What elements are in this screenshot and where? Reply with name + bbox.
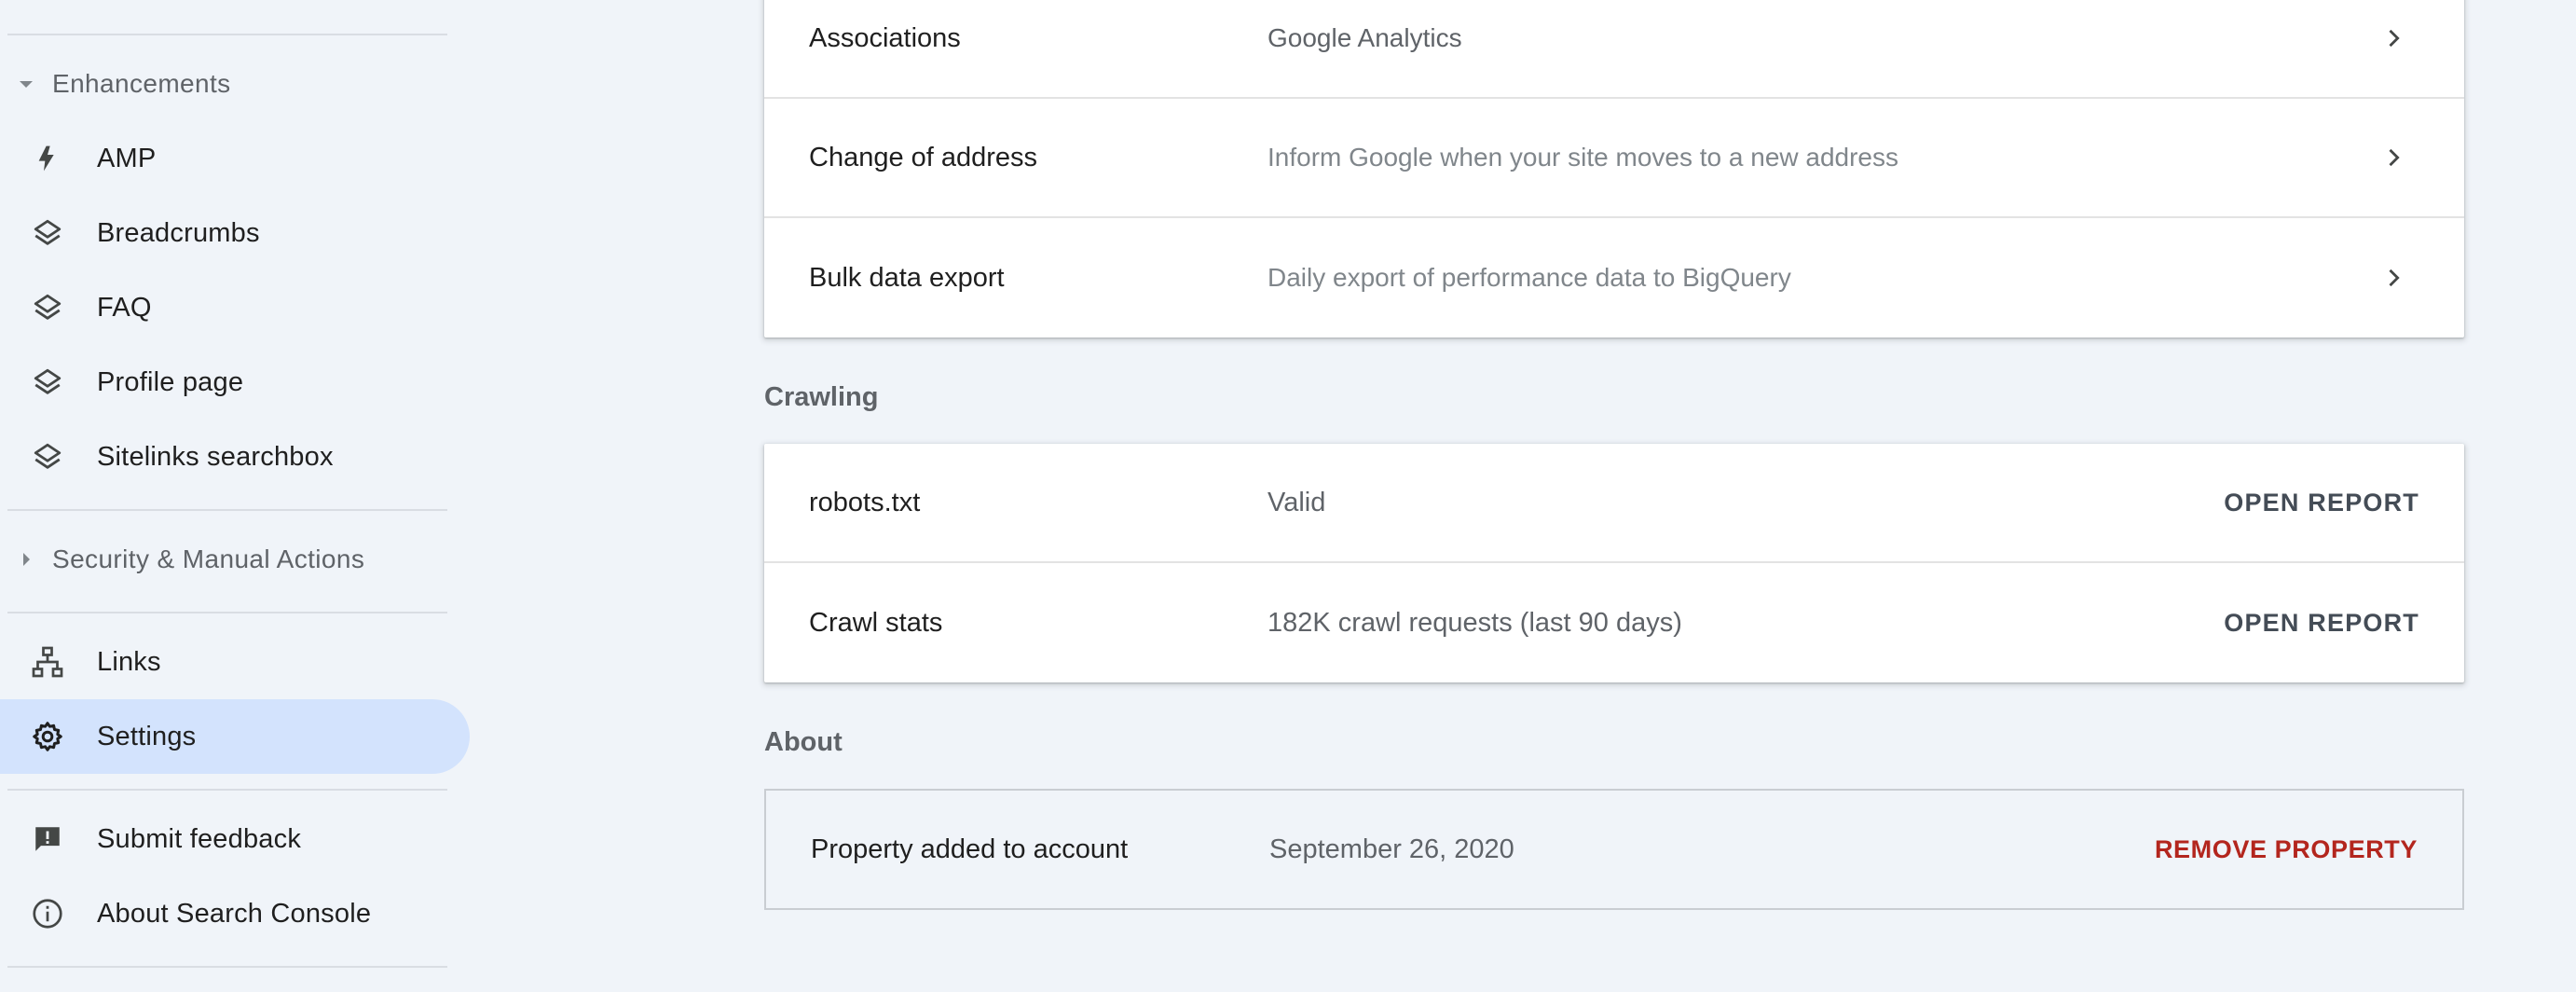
sidebar-divider [7, 966, 447, 968]
layers-icon [30, 365, 65, 400]
chevron-right-icon [2378, 23, 2408, 53]
sidebar-item-label: Submit feedback [97, 823, 302, 854]
row-title: Crawl stats [809, 607, 943, 638]
sidebar-item-label: FAQ [97, 292, 152, 323]
sidebar-item-amp[interactable]: AMP [0, 121, 470, 196]
property-added-date: September 26, 2020 [1269, 834, 1514, 864]
layers-icon [30, 215, 65, 251]
general-settings-card: Associations Google Analytics Change of … [764, 0, 2464, 338]
crawling-card: robots.txt Valid OPEN REPORT Crawl stats… [764, 444, 2464, 682]
open-report-button[interactable]: OPEN REPORT [2224, 489, 2419, 517]
sidebar-item-label: Profile page [97, 366, 244, 397]
crawling-section-label: Crawling [764, 382, 879, 412]
sidebar: Enhancements AMP Breadcrumbs FAQ Profile [0, 0, 475, 992]
sidebar-item-about-search-console[interactable]: About Search Console [0, 876, 470, 951]
sidebar-divider [7, 789, 447, 791]
crawling-row-crawl-stats: Crawl stats 182K crawl requests (last 90… [764, 563, 2464, 682]
row-title: Bulk data export [809, 262, 1005, 293]
open-report-button[interactable]: OPEN REPORT [2224, 609, 2419, 638]
remove-property-button[interactable]: REMOVE PROPERTY [2155, 835, 2418, 864]
row-title: robots.txt [809, 487, 921, 517]
sidebar-item-faq[interactable]: FAQ [0, 270, 470, 345]
sidebar-divider [7, 34, 447, 35]
bolt-icon [30, 141, 65, 176]
sidebar-item-submit-feedback[interactable]: Submit feedback [0, 802, 470, 876]
sidebar-item-label: Breadcrumbs [97, 217, 260, 248]
chevron-right-icon [2378, 263, 2408, 293]
sidebar-item-label: AMP [97, 143, 157, 173]
sidebar-item-profile-page[interactable]: Profile page [0, 345, 470, 420]
gear-icon [30, 719, 65, 754]
chevron-right-icon [2378, 143, 2408, 172]
row-title: Associations [809, 22, 961, 53]
settings-row-associations[interactable]: Associations Google Analytics [764, 0, 2464, 99]
sidebar-item-label: Settings [97, 721, 197, 751]
row-description: 182K crawl requests (last 90 days) [1267, 607, 1682, 638]
layers-icon [30, 290, 65, 325]
about-card: Property added to account September 26, … [764, 789, 2464, 910]
sidebar-divider [7, 612, 447, 613]
about-section-label: About [764, 727, 843, 757]
sidebar-divider [7, 509, 447, 511]
row-title: Change of address [809, 142, 1038, 172]
sidebar-item-label: About Search Console [97, 898, 372, 929]
caret-right-icon [17, 550, 35, 569]
row-description: Inform Google when your site moves to a … [1267, 143, 1899, 172]
row-description: Google Analytics [1267, 23, 1462, 52]
sitemap-icon [30, 644, 65, 680]
crawling-row-robots-txt: robots.txt Valid OPEN REPORT [764, 444, 2464, 563]
feedback-icon [30, 821, 65, 857]
row-description: Valid [1267, 487, 1326, 517]
settings-row-bulk-data-export[interactable]: Bulk data export Daily export of perform… [764, 218, 2464, 338]
settings-row-change-of-address[interactable]: Change of address Inform Google when you… [764, 99, 2464, 218]
sidebar-item-breadcrumbs[interactable]: Breadcrumbs [0, 196, 470, 270]
sidebar-item-sitelinks-searchbox[interactable]: Sitelinks searchbox [0, 420, 470, 494]
sidebar-item-settings[interactable]: Settings [0, 699, 470, 774]
security-group-label: Security & Manual Actions [52, 544, 365, 573]
enhancements-group-label: Enhancements [52, 69, 231, 98]
sidebar-item-label: Links [97, 646, 161, 677]
row-description: Daily export of performance data to BigQ… [1267, 263, 1791, 292]
enhancements-group-header[interactable]: Enhancements [0, 47, 466, 121]
property-added-label: Property added to account [811, 834, 1129, 864]
layers-icon [30, 439, 65, 475]
security-group-header[interactable]: Security & Manual Actions [0, 522, 466, 597]
info-icon [30, 896, 65, 931]
settings-page: Enhancements AMP Breadcrumbs FAQ Profile [0, 0, 2576, 992]
caret-down-icon [17, 75, 35, 93]
sidebar-item-label: Sitelinks searchbox [97, 441, 334, 472]
sidebar-item-links[interactable]: Links [0, 625, 470, 699]
